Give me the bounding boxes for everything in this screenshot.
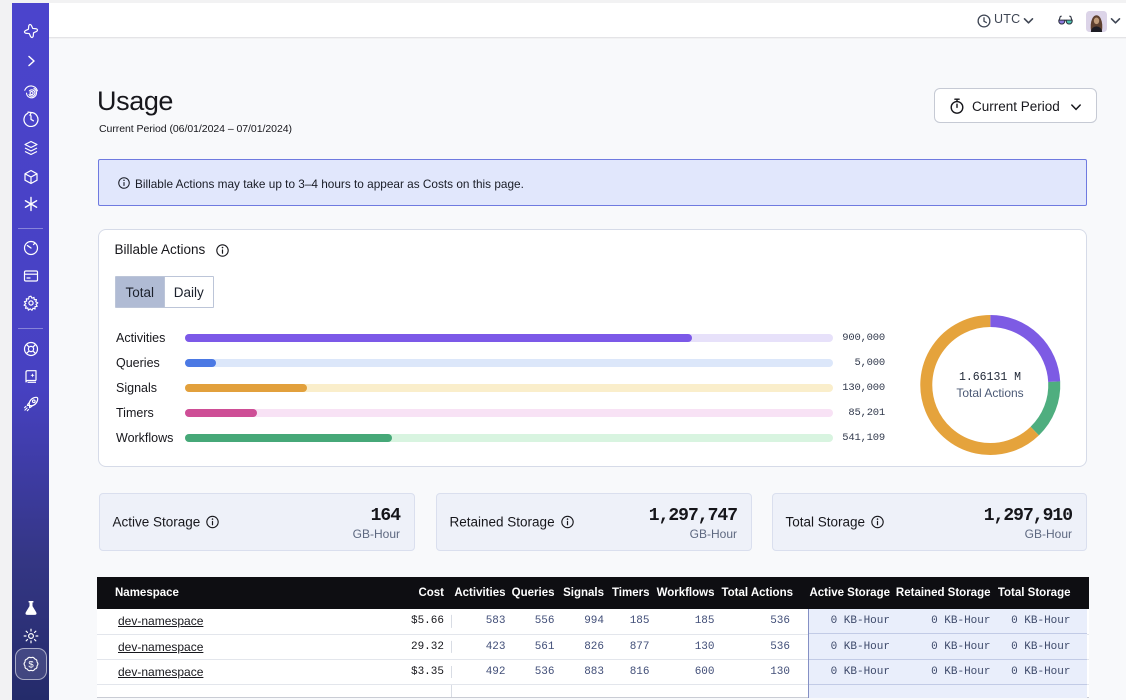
svg-text:$: $ <box>28 659 34 670</box>
